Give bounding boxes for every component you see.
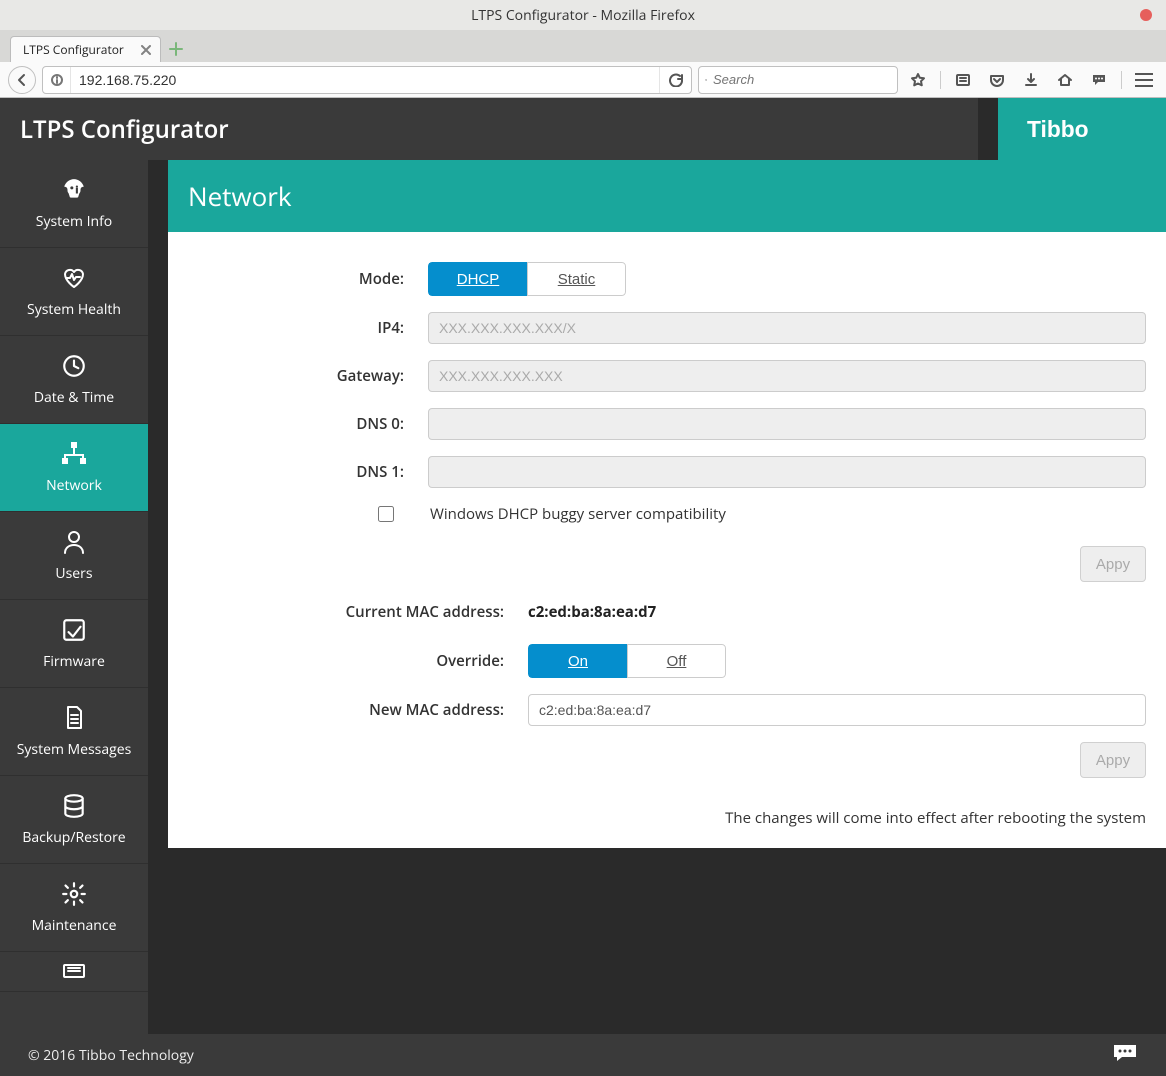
panel-body: Mode: DHCP Static IP4: xyxy=(168,232,1166,848)
browser-toolbar xyxy=(0,62,1166,98)
ip4-label: IP4: xyxy=(188,318,428,338)
clock-icon xyxy=(56,352,92,380)
svg-text:i: i xyxy=(75,182,79,197)
back-button[interactable] xyxy=(8,66,36,94)
toolbar-separator-2 xyxy=(1121,71,1122,89)
override-label: Override: xyxy=(188,651,528,671)
gear-icon xyxy=(56,880,92,908)
dns1-input[interactable] xyxy=(428,456,1146,488)
sidebar: i System Info System Health Date & Time xyxy=(0,160,148,1076)
app-root: LTPS Configurator Tibbo i System Info Sy… xyxy=(0,98,1166,1076)
sidebar-item-label: System Info xyxy=(36,212,112,231)
sidebar-item-label: Date & Time xyxy=(34,388,114,407)
browser-tab[interactable]: LTPS Configurator xyxy=(10,36,161,62)
new-mac-label: New MAC address: xyxy=(188,700,528,720)
override-on-button[interactable]: On xyxy=(528,644,627,678)
current-mac-label: Current MAC address: xyxy=(188,602,528,622)
network-panel: Network Mode: DHCP Static IP4: xyxy=(168,160,1166,848)
user-icon xyxy=(56,528,92,556)
sidebar-item-label: Network xyxy=(46,476,102,495)
compat-checkbox[interactable] xyxy=(378,506,394,522)
override-off-button[interactable]: Off xyxy=(627,644,726,678)
override-toggle: On Off xyxy=(528,644,726,678)
dns0-input[interactable] xyxy=(428,408,1146,440)
toolbar-separator xyxy=(940,71,941,89)
brand-logo: Tibbo xyxy=(998,98,1166,160)
window-close-button[interactable] xyxy=(1140,9,1152,21)
url-input[interactable] xyxy=(71,72,659,88)
sidebar-item-label: Backup/Restore xyxy=(22,828,125,847)
downloads-icon[interactable] xyxy=(1017,66,1045,94)
new-tab-button[interactable] xyxy=(169,36,183,62)
content-area: Network Mode: DHCP Static IP4: xyxy=(168,160,1166,1076)
panel-title: Network xyxy=(188,178,1146,214)
home-icon[interactable] xyxy=(1051,66,1079,94)
heartbeat-icon xyxy=(56,264,92,292)
sidebar-item-label: Maintenance xyxy=(32,916,117,935)
info-icon: i xyxy=(56,176,92,204)
reboot-note: The changes will come into effect after … xyxy=(188,798,1146,828)
app-header: LTPS Configurator Tibbo xyxy=(0,98,1166,160)
reload-button[interactable] xyxy=(659,67,691,93)
firmware-icon xyxy=(56,616,92,644)
sidebar-item-label: System Health xyxy=(27,300,121,319)
sidebar-item-users[interactable]: Users xyxy=(0,512,148,600)
network-icon xyxy=(56,440,92,468)
dns1-label: DNS 1: xyxy=(188,462,428,482)
svg-text:Tibbo: Tibbo xyxy=(1027,116,1089,142)
compat-label: Windows DHCP buggy server compatibility xyxy=(430,504,726,524)
sidebar-item-more[interactable] xyxy=(0,952,148,992)
gateway-label: Gateway: xyxy=(188,366,428,386)
search-bar[interactable] xyxy=(698,66,898,94)
header-gap xyxy=(978,98,998,160)
app-title: LTPS Configurator xyxy=(0,113,978,146)
dns0-label: DNS 0: xyxy=(188,414,428,434)
window-titlebar: LTPS Configurator - Mozilla Firefox xyxy=(0,0,1166,30)
current-mac-value: c2:ed:ba:8a:ea:d7 xyxy=(528,602,656,622)
document-icon xyxy=(56,704,92,732)
sidebar-item-label: Users xyxy=(55,564,92,583)
sidebar-item-network[interactable]: Network xyxy=(0,424,148,512)
feedback-chat-icon[interactable] xyxy=(1112,1043,1138,1068)
sidebar-item-date-time[interactable]: Date & Time xyxy=(0,336,148,424)
sidebar-item-system-info[interactable]: i System Info xyxy=(0,160,148,248)
bookmark-star-icon[interactable] xyxy=(904,66,932,94)
pocket-icon[interactable] xyxy=(983,66,1011,94)
database-icon xyxy=(56,792,92,820)
new-mac-input[interactable] xyxy=(528,694,1146,726)
sidebar-item-backup-restore[interactable]: Backup/Restore xyxy=(0,776,148,864)
mode-static-button[interactable]: Static xyxy=(527,262,626,296)
search-icon xyxy=(705,72,707,88)
tab-title: LTPS Configurator xyxy=(23,41,124,58)
sidebar-gap xyxy=(148,160,168,1076)
sidebar-item-system-health[interactable]: System Health xyxy=(0,248,148,336)
footer-copyright: © 2016 Tibbo Technology xyxy=(28,1046,194,1065)
mode-label: Mode: xyxy=(188,269,428,289)
url-bar[interactable] xyxy=(42,66,692,94)
ip4-input[interactable] xyxy=(428,312,1146,344)
apply-button-2[interactable]: Appy xyxy=(1080,742,1146,778)
apply-button-1[interactable]: Appy xyxy=(1080,546,1146,582)
tab-close-icon[interactable] xyxy=(140,43,152,55)
readinglist-icon[interactable] xyxy=(949,66,977,94)
search-input[interactable] xyxy=(713,72,891,87)
mode-dhcp-button[interactable]: DHCP xyxy=(428,262,527,296)
sidebar-item-label: Firmware xyxy=(43,652,105,671)
browser-tabbar: LTPS Configurator xyxy=(0,30,1166,62)
app-footer: © 2016 Tibbo Technology xyxy=(0,1034,1166,1076)
device-icon xyxy=(56,958,92,986)
mode-toggle: DHCP Static xyxy=(428,262,626,296)
hamburger-icon xyxy=(1135,73,1153,87)
gateway-input[interactable] xyxy=(428,360,1146,392)
window-title: LTPS Configurator - Mozilla Firefox xyxy=(471,6,695,25)
sidebar-item-label: System Messages xyxy=(17,740,132,759)
sidebar-item-firmware[interactable]: Firmware xyxy=(0,600,148,688)
identity-icon[interactable] xyxy=(43,67,71,93)
panel-header: Network xyxy=(168,160,1166,232)
sidebar-item-maintenance[interactable]: Maintenance xyxy=(0,864,148,952)
menu-button[interactable] xyxy=(1130,66,1158,94)
chat-icon[interactable] xyxy=(1085,66,1113,94)
sidebar-item-system-messages[interactable]: System Messages xyxy=(0,688,148,776)
